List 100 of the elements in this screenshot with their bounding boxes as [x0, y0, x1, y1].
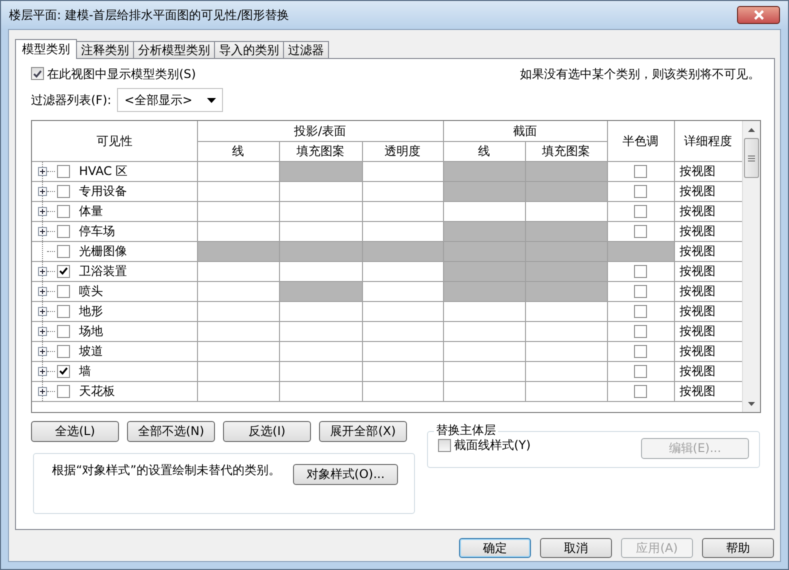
checkbox[interactable]	[634, 164, 648, 178]
override-cell[interactable]	[279, 361, 362, 381]
override-cell[interactable]	[279, 301, 362, 321]
expand-icon[interactable]	[38, 286, 47, 296]
override-cell[interactable]	[197, 261, 279, 281]
expand-icon[interactable]	[38, 166, 47, 176]
override-cell[interactable]	[279, 381, 362, 401]
expand-icon[interactable]	[38, 266, 47, 276]
override-cell[interactable]	[197, 361, 279, 381]
override-cell[interactable]	[197, 221, 279, 241]
column-header: 线	[443, 141, 526, 161]
expand-icon[interactable]	[38, 206, 47, 216]
override-cell[interactable]	[197, 301, 279, 321]
selection-button[interactable]: 全部不选(N)	[127, 421, 215, 442]
hint-text: 如果没有选中某个类别，则该类别将不可见。	[520, 66, 760, 82]
override-cell[interactable]	[525, 381, 608, 401]
dialog-button[interactable]: 帮助	[702, 538, 774, 558]
dialog-button[interactable]: 确定	[459, 538, 531, 558]
tab[interactable]: 过滤器	[283, 41, 329, 58]
expand-icon[interactable]	[38, 226, 47, 236]
override-cell[interactable]	[443, 201, 526, 221]
override-cell[interactable]	[279, 181, 362, 201]
expand-icon[interactable]	[38, 366, 47, 376]
override-cell[interactable]	[197, 201, 279, 221]
override-cell[interactable]	[362, 321, 444, 341]
close-button[interactable]	[737, 6, 780, 24]
override-cell[interactable]	[197, 281, 279, 301]
checkbox[interactable]	[634, 384, 648, 398]
override-cell[interactable]	[197, 161, 279, 181]
override-cell[interactable]	[279, 321, 362, 341]
override-cell[interactable]	[362, 161, 444, 181]
filter-dropdown[interactable]: <全部显示>	[117, 88, 224, 112]
expand-icon[interactable]	[38, 386, 47, 396]
tab[interactable]: 导入的类别	[214, 41, 284, 58]
override-cell[interactable]	[443, 381, 526, 401]
override-cell[interactable]	[279, 261, 362, 281]
override-cell[interactable]	[525, 341, 608, 361]
override-cell[interactable]	[197, 341, 279, 361]
override-cell[interactable]	[197, 321, 279, 341]
override-cell[interactable]	[197, 381, 279, 401]
checkbox[interactable]	[634, 284, 648, 298]
checkbox[interactable]	[57, 224, 70, 238]
checkbox[interactable]	[634, 184, 648, 198]
override-cell[interactable]	[279, 201, 362, 221]
expand-icon[interactable]	[38, 326, 47, 336]
override-cell[interactable]	[525, 321, 608, 341]
dialog-button[interactable]: 取消	[540, 538, 612, 558]
override-cell[interactable]	[525, 201, 608, 221]
override-cell[interactable]	[443, 341, 526, 361]
override-cell[interactable]	[362, 341, 444, 361]
checkbox[interactable]	[634, 264, 648, 278]
override-cell[interactable]	[525, 301, 608, 321]
override-cell[interactable]	[362, 181, 444, 201]
override-cell[interactable]	[362, 361, 444, 381]
override-cell[interactable]	[279, 341, 362, 361]
checkbox[interactable]	[634, 204, 648, 218]
override-cell[interactable]	[362, 281, 444, 301]
override-cell[interactable]	[443, 361, 526, 381]
checkbox[interactable]	[438, 438, 451, 452]
checkbox[interactable]	[57, 304, 70, 318]
checkbox[interactable]	[634, 364, 648, 378]
vertical-scrollbar[interactable]	[742, 121, 760, 412]
checkbox[interactable]	[57, 344, 70, 358]
checkbox[interactable]	[57, 364, 70, 378]
grip-icon	[748, 154, 755, 162]
selection-button[interactable]: 全选(L)	[31, 421, 119, 442]
scroll-thumb[interactable]	[744, 138, 759, 178]
checkbox[interactable]	[31, 67, 44, 80]
override-cell[interactable]	[362, 261, 444, 281]
expand-icon[interactable]	[38, 346, 47, 356]
override-cell[interactable]	[443, 321, 526, 341]
selection-button[interactable]: 展开全部(X)	[319, 421, 407, 442]
expand-icon[interactable]	[38, 186, 47, 196]
checkbox[interactable]	[57, 204, 70, 218]
checkbox[interactable]	[57, 164, 70, 178]
object-styles-button[interactable]: 对象样式(O)...	[293, 464, 398, 485]
checkbox[interactable]	[634, 224, 648, 238]
tab[interactable]: 模型类别	[15, 39, 77, 59]
checkbox[interactable]	[57, 284, 70, 298]
selection-button[interactable]: 反选(I)	[223, 421, 311, 442]
override-cell[interactable]	[362, 201, 444, 221]
override-cell[interactable]	[362, 381, 444, 401]
checkbox[interactable]	[634, 344, 648, 358]
override-cell[interactable]	[525, 361, 608, 381]
expand-icon[interactable]	[38, 306, 47, 316]
checkbox[interactable]	[57, 384, 70, 398]
checkbox[interactable]	[57, 184, 70, 198]
tab[interactable]: 注释类别	[76, 41, 134, 58]
column-header: 填充图案	[279, 141, 362, 161]
checkbox[interactable]	[57, 244, 70, 258]
checkbox[interactable]	[634, 324, 648, 338]
override-cell[interactable]	[443, 301, 526, 321]
checkbox[interactable]	[57, 264, 70, 278]
tab[interactable]: 分析模型类别	[133, 41, 215, 58]
checkbox[interactable]	[634, 304, 648, 318]
checkbox[interactable]	[57, 324, 70, 338]
override-cell[interactable]	[197, 181, 279, 201]
override-cell[interactable]	[362, 221, 444, 241]
override-cell[interactable]	[362, 301, 444, 321]
override-cell[interactable]	[279, 221, 362, 241]
